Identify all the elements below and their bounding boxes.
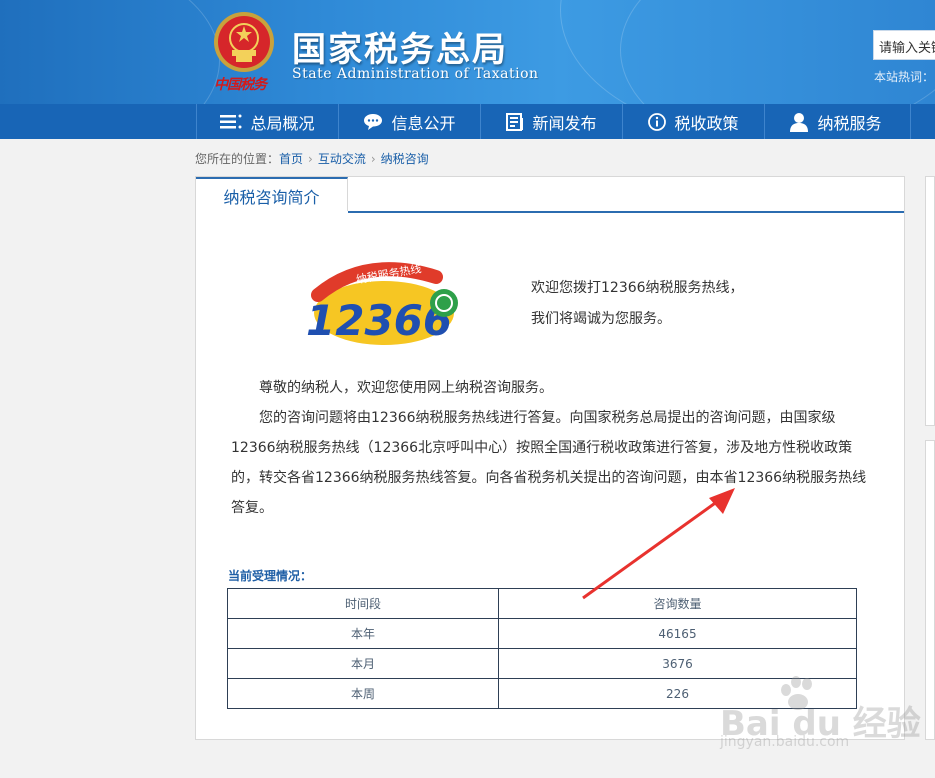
annotation-arrow-icon	[582, 488, 735, 600]
hot-words-label: 本站热词：	[874, 70, 935, 84]
site-header: 中国税务 国家税务总局 State Administration of Taxa…	[0, 0, 935, 104]
nav-item-tax-policy[interactable]: 税收政策	[622, 104, 764, 139]
nav-item-label: 新闻发布	[532, 113, 597, 133]
side-panel-partial	[925, 176, 935, 426]
watermark-url: jingyan.baidu.com	[720, 734, 850, 750]
table-row: 本月 3676	[227, 648, 857, 679]
tax-seal-text: 中国税务	[214, 77, 267, 93]
baidu-jingyan-watermark: Bai du 经验 jingyan.baidu.com	[700, 676, 921, 756]
count-cell: 3676	[498, 648, 857, 679]
national-emblem-icon[interactable]	[212, 10, 276, 74]
site-title[interactable]: 国家税务总局	[292, 22, 508, 71]
chat-bubble-icon	[364, 113, 383, 130]
column-header-period: 时间段	[227, 588, 499, 619]
intro-paragraph-1: 尊敬的纳税人，欢迎您使用网上纳税咨询服务。	[259, 380, 553, 396]
table-row: 本年 46165	[227, 618, 857, 649]
nav-item-news[interactable]: 新闻发布	[480, 104, 622, 139]
count-cell: 46165	[498, 618, 857, 649]
nav-divider	[910, 104, 911, 139]
hotline-12366-logo: 纳税服务热线 12366	[306, 261, 458, 345]
header-decoration	[0, 0, 220, 104]
welcome-line-1: 欢迎您拨打12366纳税服务热线，	[531, 280, 744, 296]
search-input[interactable]: 请输入关键	[873, 30, 935, 60]
welcome-line-2: 我们将竭诚为您服务。	[531, 311, 671, 327]
status-title: 当前受理情况：	[228, 569, 313, 583]
breadcrumb-separator: ›	[370, 152, 376, 166]
breadcrumb-prefix: 您所在的位置：	[195, 152, 280, 166]
info-icon	[648, 112, 667, 131]
side-panel-partial	[925, 440, 935, 740]
nav-item-label: 信息公开	[391, 113, 456, 133]
tab-bar: 纳税咨询简介	[196, 177, 904, 214]
breadcrumb-interaction-link[interactable]: 互动交流	[318, 152, 366, 166]
breadcrumb-separator: ›	[308, 152, 313, 166]
period-cell: 本周	[227, 678, 499, 709]
site-subtitle: State Administration of Taxation	[292, 66, 539, 82]
consult-intro-panel: 纳税咨询简介 纳税服务热线 12366 欢迎您拨打12366纳税服务热线， 我们…	[195, 176, 905, 740]
table-header-row: 时间段 咨询数量	[227, 588, 857, 619]
tab-active-indicator	[196, 211, 348, 214]
period-cell: 本月	[227, 648, 499, 679]
breadcrumb-consult-link[interactable]: 纳税咨询	[381, 152, 429, 166]
list-icon	[220, 114, 242, 128]
nav-item-label: 纳税服务	[817, 113, 882, 133]
nav-item-info-disclosure[interactable]: 信息公开	[338, 104, 480, 139]
nav-item-label: 总局概况	[250, 113, 315, 133]
nav-item-label: 税收政策	[674, 113, 739, 133]
intro-paragraph-2: 您的咨询问题将由12366纳税服务热线进行答复。向国家税务总局提出的咨询问题，由…	[231, 410, 867, 516]
breadcrumb: 您所在的位置：首页 › 互动交流 › 纳税咨询	[195, 150, 429, 167]
tab-consult-intro[interactable]: 纳税咨询简介	[196, 177, 348, 213]
main-nav: 总局概况 信息公开 新闻发布 税收政策 纳税服务	[0, 104, 935, 139]
breadcrumb-home-link[interactable]: 首页	[279, 152, 303, 166]
intro-body: 尊敬的纳税人，欢迎您使用网上纳税咨询服务。 您的咨询问题将由12366纳税服务热…	[231, 373, 871, 523]
newspaper-icon	[506, 112, 524, 131]
nav-item-overview[interactable]: 总局概况	[196, 104, 338, 139]
user-icon	[790, 112, 809, 132]
period-cell: 本年	[227, 618, 499, 649]
nav-item-taxpayer-service[interactable]: 纳税服务	[764, 104, 906, 139]
